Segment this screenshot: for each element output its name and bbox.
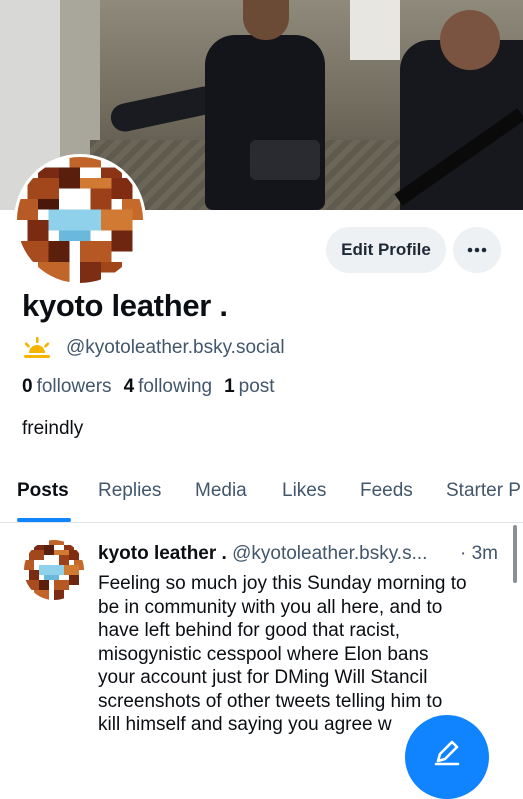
ellipsis-icon [467, 247, 487, 253]
tab-feeds[interactable]: Feeds [360, 480, 413, 502]
tab-media[interactable]: Media [195, 480, 247, 502]
profile-tabs: Posts Replies Media Likes Feeds Starter … [0, 462, 523, 523]
scrollbar[interactable] [513, 525, 517, 583]
profile-avatar[interactable] [14, 154, 146, 286]
post-line: your account just for DMing Will Stancil [98, 667, 428, 688]
banner-figure-left-head [243, 0, 289, 40]
banner-figure-left [205, 35, 325, 210]
post-line: Feeling so much joy this Sunday morning … [98, 573, 467, 594]
post-author-handle[interactable]: @kyotoleather.bsky.s... [232, 543, 427, 564]
tab-likes[interactable]: Likes [282, 480, 326, 502]
post-timestamp[interactable]: · 3m [460, 543, 498, 565]
followers-stat[interactable]: 0 followers [22, 376, 112, 398]
tab-replies[interactable]: Replies [98, 480, 161, 502]
post-body: Feeling so much joy this Sunday morning … [98, 572, 498, 737]
active-tab-indicator [17, 518, 71, 522]
posts-stat: 1 post [224, 376, 275, 397]
following-stat[interactable]: 4 following [124, 376, 213, 398]
edit-profile-button[interactable]: Edit Profile [326, 227, 446, 273]
profile-stats: 0 followers 4 following 1 post [22, 376, 275, 398]
compose-post-button[interactable] [405, 715, 489, 799]
post-header: kyoto leather . @kyotoleather.bsky.s... [98, 543, 427, 565]
post-line: screenshots of other tweets telling him … [98, 690, 443, 712]
post-line: have left behind for good that racist, [98, 620, 401, 641]
tab-posts[interactable]: Posts [17, 480, 69, 502]
post-author-avatar[interactable] [24, 540, 84, 600]
banner-pillar [350, 0, 400, 60]
profile-handle[interactable]: @kyotoleather.bsky.social [66, 337, 285, 359]
post-author-name[interactable]: kyoto leather . [98, 543, 227, 564]
banner-figure-right-head [440, 10, 500, 70]
profile-display-name: kyoto leather . [22, 288, 228, 323]
post-line: misogynistic cesspool where Elon bans [98, 643, 429, 665]
profile-bio: freindly [22, 418, 84, 439]
sun-emoji-icon [24, 337, 50, 358]
more-options-button[interactable] [453, 227, 501, 273]
banner-bag [250, 140, 320, 180]
tab-starter-packs[interactable]: Starter P [446, 480, 521, 502]
avatar-pixel-image [17, 157, 143, 283]
compose-pencil-icon [434, 740, 460, 766]
post-avatar-pixel-image [24, 540, 84, 600]
profile-handle-row: @kyotoleather.bsky.social [22, 336, 285, 360]
post-line: be in community with you all here, and t… [98, 596, 443, 618]
